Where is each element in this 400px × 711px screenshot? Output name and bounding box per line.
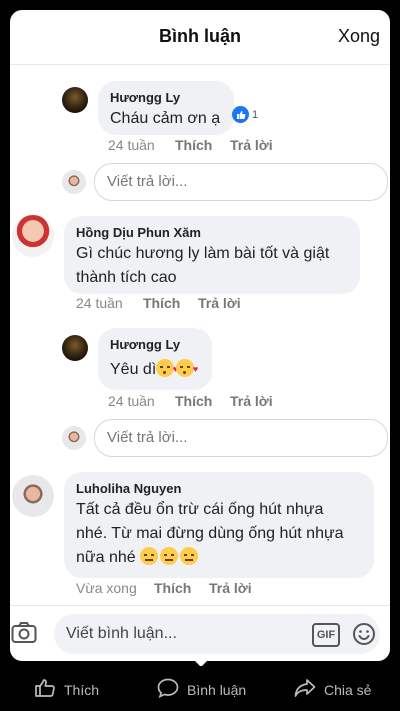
thumbs-up-icon — [232, 106, 249, 123]
reply-input[interactable]: Viết trả lời... — [94, 163, 388, 201]
comment-button-label: Bình luận — [187, 681, 247, 698]
comment-placeholder: Viết bình luận... — [66, 625, 177, 642]
avatar[interactable] — [12, 215, 54, 257]
comment-text-line: nữa nhé — [76, 549, 136, 566]
comment-bubble[interactable]: Hồng Dịu Phun Xăm Gì chúc hương ly làm b… — [64, 216, 360, 294]
like-link[interactable]: Thích — [154, 580, 191, 596]
comment-bubble[interactable]: Hươngg Ly Cháu cảm ơn ạ — [98, 81, 234, 135]
thumbs-up-icon — [34, 678, 64, 701]
comment-time: 24 tuần — [108, 137, 155, 153]
share-button[interactable]: Chia sẻ — [294, 678, 371, 701]
comment-text-line: nhé. Từ mai đừng dùng ống hút nhựa — [76, 525, 344, 542]
reply-link[interactable]: Trả lời — [209, 580, 252, 596]
header: Bình luận Xong — [10, 10, 390, 65]
comment-text-line: thành tích cao — [76, 269, 177, 286]
comment-text-line: Tất cả đều ổn trừ cái ống hút nhựa — [76, 501, 324, 518]
share-icon — [294, 678, 324, 701]
comment-author[interactable]: Luholiha Nguyen — [76, 481, 181, 496]
comment-author[interactable]: Hồng Dịu Phun Xăm — [76, 225, 201, 240]
smiley-icon[interactable] — [352, 622, 376, 651]
reply-link[interactable]: Trả lời — [230, 137, 273, 153]
reaction-count: 1 — [252, 108, 259, 121]
like-link[interactable]: Thích — [143, 295, 180, 311]
post-action-bar: Thích Bình luận Chia sẻ — [0, 666, 400, 711]
comment-text-content: Yêu dì — [110, 361, 157, 378]
expressionless-emoji-icon — [180, 547, 199, 565]
reply-link[interactable]: Trả lời — [230, 393, 273, 409]
comment-author[interactable]: Hươngg Ly — [110, 337, 180, 352]
share-button-label: Chia sẻ — [324, 681, 372, 698]
avatar[interactable] — [12, 475, 54, 517]
comment-text: Tất cả đều ổn trừ cái ống hút nhựa nhé. … — [76, 498, 344, 570]
like-button-label: Thích — [64, 681, 100, 698]
expressionless-emoji-icon — [160, 547, 179, 565]
comment-author[interactable]: Hươngg Ly — [110, 90, 180, 105]
reply-placeholder: Viết trả lời... — [107, 429, 188, 446]
comment-input[interactable]: Viết bình luận... GIF — [54, 614, 380, 654]
camera-icon[interactable] — [11, 622, 37, 649]
comment-time: 24 tuần — [76, 295, 123, 311]
avatar[interactable] — [62, 335, 88, 361]
like-button[interactable]: Thích — [34, 678, 99, 701]
my-avatar — [62, 426, 86, 450]
page-title: Bình luận — [159, 26, 241, 46]
avatar[interactable] — [62, 87, 88, 113]
kiss-emoji-icon: ♥ — [176, 359, 198, 377]
like-link[interactable]: Thích — [175, 393, 212, 409]
comment-text: Cháu cảm ơn ạ — [110, 110, 221, 127]
gif-icon[interactable]: GIF — [312, 623, 340, 647]
comment-bubble[interactable]: Hươngg Ly Yêu dì♥♥ — [98, 328, 212, 390]
comment-text-line: Gì chúc hương ly làm bài tốt và giật — [76, 245, 330, 262]
expressionless-emoji-icon — [140, 547, 159, 565]
comment-time: 24 tuần — [108, 393, 155, 409]
like-link[interactable]: Thích — [175, 137, 212, 153]
reaction-badge[interactable]: 1 — [232, 106, 258, 123]
comment-text: Yêu dì♥♥ — [110, 358, 198, 382]
reply-link[interactable]: Trả lời — [198, 295, 241, 311]
comment-bubble[interactable]: Luholiha Nguyen Tất cả đều ổn trừ cái ốn… — [64, 472, 374, 578]
reply-placeholder: Viết trả lời... — [107, 173, 188, 190]
done-button[interactable]: Xong — [338, 26, 380, 47]
comment-composer: Viết bình luận... GIF — [10, 605, 390, 661]
kiss-emoji-icon: ♥ — [156, 359, 178, 377]
reply-input[interactable]: Viết trả lời... — [94, 419, 388, 457]
comment-time: Vừa xong — [76, 580, 137, 596]
comment-button[interactable]: Bình luận — [157, 678, 246, 701]
comment-icon — [157, 678, 187, 701]
comment-text: Gì chúc hương ly làm bài tốt và giật thà… — [76, 242, 329, 290]
comments-sheet: Bình luận Xong Hươngg Ly Cháu cảm ơn ạ 1… — [10, 10, 390, 661]
my-avatar — [62, 170, 86, 194]
